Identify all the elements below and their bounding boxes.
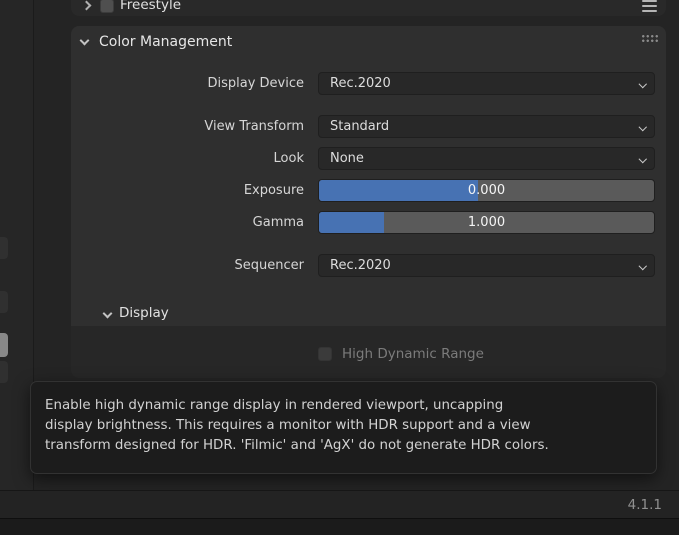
view-transform-value: Standard — [330, 119, 389, 134]
gamma-slider[interactable]: 1.000 — [318, 211, 655, 234]
chevron-down-icon — [103, 309, 113, 319]
exposure-slider[interactable]: 0.000 — [318, 179, 655, 202]
display-device-value: Rec.2020 — [330, 76, 391, 91]
color-management-header[interactable]: Color Management — [71, 26, 666, 56]
tooltip-line: Enable high dynamic range display in ren… — [45, 396, 642, 416]
properties-tab-partial[interactable] — [0, 237, 8, 259]
properties-tab-partial[interactable] — [0, 291, 8, 313]
blender-version-label: 4.1.1 — [628, 493, 662, 517]
sequencer-label: Sequencer — [124, 254, 304, 277]
high-dynamic-range-checkbox[interactable] — [318, 347, 332, 361]
window-bottom-edge — [0, 518, 679, 535]
display-subpanel-title: Display — [119, 302, 169, 324]
display-device-dropdown[interactable]: Rec.2020 — [318, 72, 655, 95]
panel-menu-icon[interactable] — [642, 0, 657, 13]
properties-tab-partial[interactable] — [0, 361, 8, 383]
color-management-panel: Color Management Display Device Rec.2020… — [71, 26, 666, 326]
chevron-down-icon — [638, 123, 646, 131]
freestyle-checkbox[interactable] — [100, 0, 114, 13]
exposure-label: Exposure — [124, 179, 304, 202]
chevron-down-icon — [80, 36, 90, 46]
display-device-label: Display Device — [124, 72, 304, 95]
freestyle-panel-header[interactable]: Freestyle — [71, 0, 666, 16]
view-transform-dropdown[interactable]: Standard — [318, 115, 655, 138]
status-bar: 4.1.1 — [0, 491, 679, 518]
display-subpanel-content: High Dynamic Range — [71, 326, 666, 378]
sequencer-dropdown[interactable]: Rec.2020 — [318, 254, 655, 277]
look-label: Look — [124, 147, 304, 170]
properties-tab-column — [0, 0, 34, 490]
sequencer-value: Rec.2020 — [330, 258, 391, 273]
look-value: None — [330, 151, 364, 166]
hdr-tooltip: Enable high dynamic range display in ren… — [30, 381, 657, 474]
chevron-right-icon — [82, 1, 92, 11]
color-management-title: Color Management — [99, 31, 232, 53]
tooltip-line: transform designed for HDR. 'Filmic' and… — [45, 436, 642, 456]
freestyle-panel-title: Freestyle — [120, 0, 181, 13]
exposure-value: 0.000 — [319, 180, 654, 201]
tooltip-line: display brightness. This requires a moni… — [45, 416, 642, 436]
view-transform-label: View Transform — [124, 115, 304, 138]
chevron-down-icon — [638, 80, 646, 88]
panel-drag-grip-icon[interactable] — [641, 34, 658, 43]
look-dropdown[interactable]: None — [318, 147, 655, 170]
gamma-label: Gamma — [124, 211, 304, 234]
blender-properties-editor: Freestyle Color Management Display Devic… — [0, 0, 679, 535]
gamma-value: 1.000 — [319, 212, 654, 233]
chevron-down-icon — [638, 262, 646, 270]
high-dynamic-range-label: High Dynamic Range — [342, 343, 484, 365]
chevron-down-icon — [638, 155, 646, 163]
properties-tab-active-partial[interactable] — [0, 333, 8, 357]
